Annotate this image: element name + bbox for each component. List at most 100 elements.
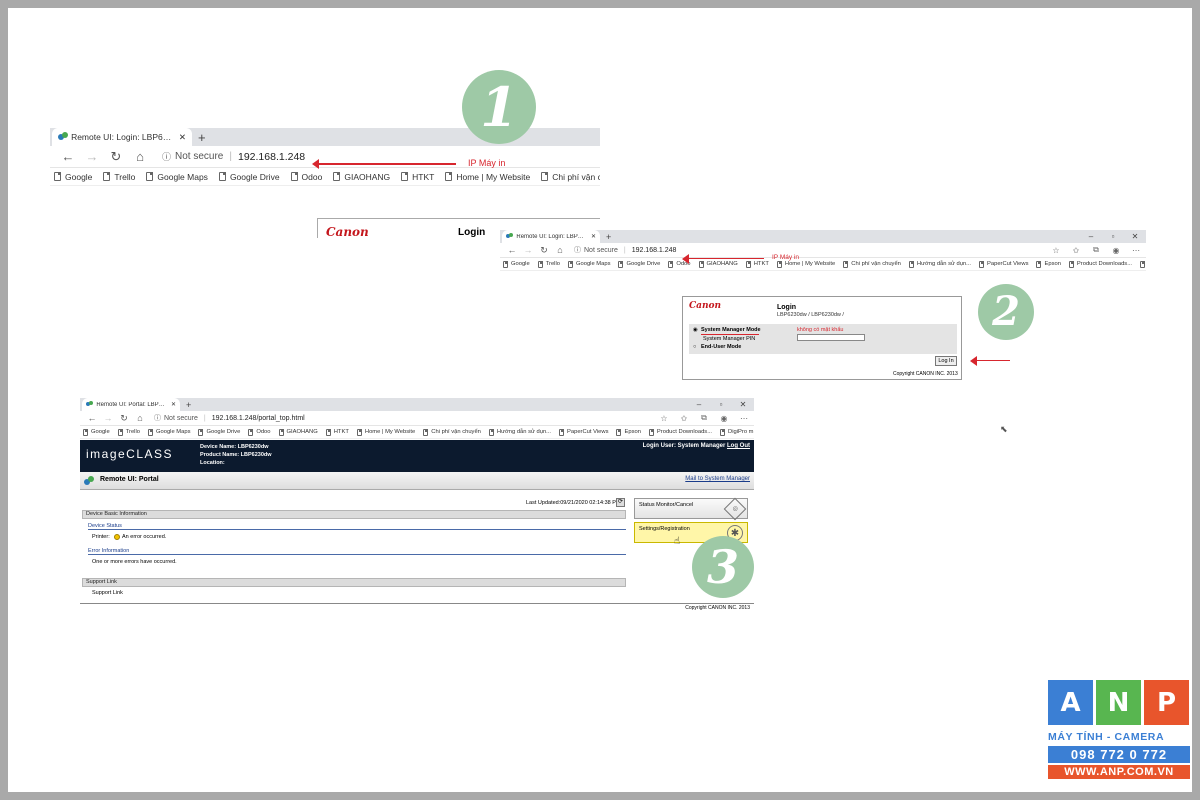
bookmark-item[interactable]: GIAOHANG (333, 172, 390, 182)
close-tab-icon[interactable]: ✕ (179, 132, 186, 143)
home-icon[interactable]: ⌂ (552, 245, 568, 255)
bookmark-item[interactable]: DigiPro m... (1140, 260, 1146, 268)
bookmark-item[interactable]: Google Maps (146, 172, 208, 182)
status-monitor-button[interactable]: Status Monitor/Cancel ◎ (634, 497, 748, 521)
toolbar-icons: ☆ ✩ ⧉ ◉ ⋯ (1046, 245, 1146, 255)
bookmark-item[interactable]: Chi phí vận chuyển (423, 428, 481, 436)
bookmark-item[interactable]: Product Downloads... (648, 428, 712, 436)
new-tab-icon[interactable]: + (192, 130, 212, 145)
favorites-icon[interactable]: ✩ (674, 414, 694, 423)
mail-system-manager-link[interactable]: Mail to System Manager (685, 476, 750, 482)
bookmark-item[interactable]: Epson (1036, 260, 1061, 268)
bookmark-item[interactable]: GIAOHANG (698, 260, 738, 268)
pin-input[interactable] (797, 334, 865, 341)
footer-divider (80, 603, 754, 604)
collections-icon[interactable]: ⧉ (1086, 245, 1106, 255)
page-icon (278, 428, 284, 436)
bookmark-item[interactable]: Google Drive (198, 428, 240, 436)
support-link[interactable]: Support Link (92, 590, 123, 596)
refresh-icon[interactable]: ⟳ (616, 498, 625, 507)
address-bar[interactable]: ⓘ Not secure | 192.168.1.248/portal_top.… (154, 413, 305, 423)
close-tab-icon[interactable]: ✕ (591, 233, 596, 240)
bookmark-item[interactable]: Home | My Website (776, 260, 835, 268)
address-bar[interactable]: ⓘ Not secure | 192.168.1.248 (574, 245, 676, 255)
bookmark-item[interactable]: Google Drive (218, 172, 280, 182)
bookmark-item[interactable]: Chi phí vận chuyển (541, 172, 600, 182)
favorites-icon[interactable]: ✩ (1066, 246, 1086, 255)
browser-screenshot-2: Remote UI: Login: LBP6230dw: L ✕ + – ▫ ✕… (500, 230, 1146, 380)
profile-icon[interactable]: ◉ (714, 414, 734, 423)
more-icon[interactable]: ⋯ (734, 414, 754, 423)
bookmark-item[interactable]: PaperCut Views (979, 260, 1028, 268)
login-annotation-arrow (970, 356, 1010, 366)
bookmark-item[interactable]: Home | My Website (445, 172, 530, 182)
address-bar[interactable]: ⓘ Not secure | 192.168.1.248 (162, 150, 305, 163)
bookmark-item[interactable]: Epson (616, 428, 641, 436)
profile-icon[interactable]: ◉ (1106, 246, 1126, 255)
minimize-icon[interactable]: – (688, 400, 710, 409)
browser-tab[interactable]: Remote UI: Portal: LBP6230dw: L ✕ (82, 398, 180, 411)
bookmark-item[interactable]: GIAOHANG (278, 428, 318, 436)
bookmark-item[interactable]: HTKT (401, 172, 434, 182)
bookmark-item[interactable]: Home | My Website (356, 428, 415, 436)
close-window-icon[interactable]: ✕ (732, 400, 754, 409)
forward-arrow-icon[interactable]: → (100, 413, 116, 423)
home-icon[interactable]: ⌂ (128, 149, 152, 164)
login-button[interactable]: Log In (935, 356, 957, 366)
bookmark-label: Epson (1044, 261, 1061, 267)
star-icon[interactable]: ☆ (1046, 246, 1066, 255)
url-text[interactable]: 192.168.1.248 (632, 247, 677, 254)
back-arrow-icon[interactable]: ← (504, 245, 520, 255)
collections-icon[interactable]: ⧉ (694, 413, 714, 423)
browser-tab[interactable]: Remote UI: Login: LBP6230dw: L ✕ (52, 128, 192, 146)
url-text[interactable]: 192.168.1.248/portal_top.html (212, 415, 305, 422)
back-arrow-icon[interactable]: ← (84, 413, 100, 423)
bookmark-item[interactable]: Google (54, 172, 92, 182)
bookmark-item[interactable]: Google Maps (147, 428, 190, 436)
star-icon[interactable]: ☆ (654, 414, 674, 423)
bookmark-item[interactable]: PaperCut Views (559, 428, 608, 436)
forward-arrow-icon[interactable]: → (520, 245, 536, 255)
bookmark-item[interactable]: HTKT (745, 260, 769, 268)
minimize-icon[interactable]: – (1080, 232, 1102, 241)
reload-icon[interactable]: ↻ (536, 245, 552, 256)
bookmark-item[interactable]: Google Maps (567, 260, 610, 268)
more-icon[interactable]: ⋯ (1126, 246, 1146, 255)
bookmark-item[interactable]: Trello (117, 428, 140, 436)
bookmark-item[interactable]: Product Downloads... (1068, 260, 1132, 268)
radio-system-manager[interactable]: ◉ (693, 327, 698, 333)
bookmark-item[interactable]: Google (83, 428, 110, 436)
new-tab-icon[interactable]: + (600, 232, 617, 242)
back-arrow-icon[interactable]: ← (56, 149, 80, 164)
bookmark-item[interactable]: Google Drive (618, 260, 660, 268)
reload-icon[interactable]: ↻ (104, 149, 128, 165)
toolbar-icons: ☆ ✩ ⧉ ◉ ⋯ (654, 413, 754, 423)
radio-end-user[interactable]: ○ (693, 344, 696, 350)
bookmark-item[interactable]: DigiPro m... (720, 428, 754, 436)
maximize-icon[interactable]: ▫ (710, 400, 732, 409)
bookmark-item[interactable]: Odoo (248, 428, 271, 436)
page-icon (83, 428, 88, 436)
home-icon[interactable]: ⌂ (132, 413, 148, 423)
bookmark-item[interactable]: Trello (537, 260, 560, 268)
bookmark-item[interactable]: Hướng dẫn sử dụn... (488, 428, 551, 436)
page-icon (218, 172, 226, 181)
logout-link[interactable]: Log Out (727, 443, 750, 449)
bookmark-item[interactable]: Google (503, 260, 530, 268)
tab-title: Remote UI: Login: LBP6230dw: L (516, 233, 585, 240)
close-window-icon[interactable]: ✕ (1124, 232, 1146, 241)
new-tab-icon[interactable]: + (180, 400, 197, 410)
bookmark-item[interactable]: Odoo (290, 172, 322, 182)
forward-arrow-icon[interactable]: → (80, 149, 104, 164)
close-tab-icon[interactable]: ✕ (171, 401, 176, 408)
bookmark-item[interactable]: HTKT (325, 428, 349, 436)
browser-tab[interactable]: Remote UI: Login: LBP6230dw: L ✕ (502, 230, 600, 243)
maximize-icon[interactable]: ▫ (1102, 232, 1124, 241)
page-icon (103, 172, 111, 181)
bookmark-item[interactable]: Hướng dẫn sử dụn... (908, 260, 971, 268)
bookmark-item[interactable]: Chi phí vận chuyển (843, 260, 901, 268)
url-text[interactable]: 192.168.1.248 (238, 151, 305, 163)
last-updated: Last Updated:09/21/2020 02:14:38 PM (526, 500, 621, 506)
bookmark-item[interactable]: Trello (103, 172, 135, 182)
reload-icon[interactable]: ↻ (116, 413, 132, 424)
